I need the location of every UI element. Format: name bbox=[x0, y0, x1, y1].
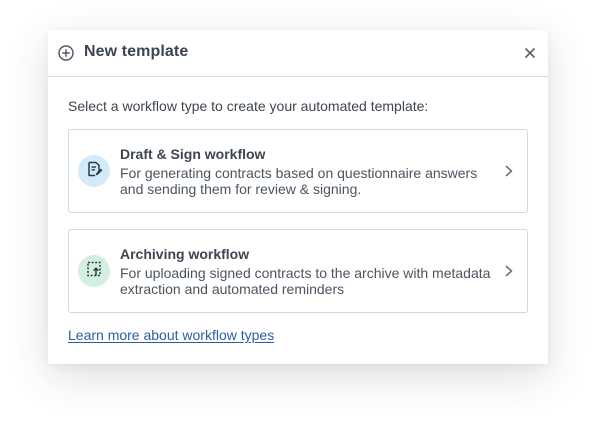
option-icon-badge bbox=[78, 255, 110, 287]
option-archiving-workflow[interactable]: Archiving workflow For uploading signed … bbox=[68, 229, 528, 313]
close-button[interactable] bbox=[522, 45, 538, 61]
option-icon-badge bbox=[78, 155, 110, 187]
option-draft-sign-workflow[interactable]: Draft & Sign workflow For generating con… bbox=[68, 129, 528, 213]
new-template-dialog: New template Select a workflow type to c… bbox=[48, 30, 548, 364]
chevron-right-icon bbox=[503, 164, 515, 178]
workflow-prompt: Select a workflow type to create your au… bbox=[68, 98, 429, 114]
dialog-body: Select a workflow type to create your au… bbox=[68, 97, 528, 343]
learn-more-link[interactable]: Learn more about workflow types bbox=[68, 327, 274, 343]
option-description: For uploading signed contracts to the ar… bbox=[120, 265, 491, 297]
page-backdrop: New template Select a workflow type to c… bbox=[0, 0, 596, 431]
option-title: Archiving workflow bbox=[120, 246, 250, 262]
dialog-title: New template bbox=[84, 43, 189, 60]
archive-upload-icon bbox=[85, 260, 103, 283]
close-icon bbox=[524, 47, 536, 59]
dialog-header: New template bbox=[48, 30, 548, 77]
option-description: For generating contracts based on questi… bbox=[120, 165, 478, 197]
document-sign-icon bbox=[85, 160, 103, 183]
chevron-right-icon bbox=[503, 264, 515, 278]
plus-circle-icon bbox=[58, 45, 74, 61]
option-title: Draft & Sign workflow bbox=[120, 146, 266, 162]
